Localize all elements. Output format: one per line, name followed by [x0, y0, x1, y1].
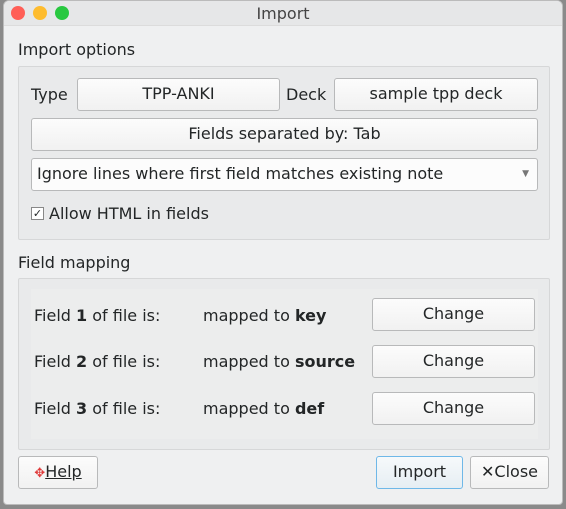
duplicate-mode-value: Ignore lines where first field matches e…	[37, 164, 444, 183]
help-icon: ✥	[34, 466, 46, 481]
field-separator-button[interactable]: Fields separated by: Tab	[31, 118, 538, 151]
mapped-target: key	[294, 306, 327, 325]
field-label: Field 2 of file is:	[34, 352, 160, 371]
mapped-label: mapped to source	[203, 352, 355, 371]
duplicate-mode-select[interactable]: Ignore lines where first field matches e…	[31, 158, 538, 191]
deck-label: Deck	[286, 85, 327, 104]
close-label: Close	[494, 462, 538, 481]
dropdown-arrow-icon: ▼	[522, 169, 529, 179]
mapped-prefix: mapped to	[203, 352, 295, 371]
type-button[interactable]: TPP-ANKI	[77, 78, 280, 111]
help-label: Help	[45, 462, 82, 481]
window-title: Import	[256, 4, 310, 23]
change-button[interactable]: Change	[372, 298, 535, 331]
field-mapping-heading: Field mapping	[18, 253, 131, 272]
mapped-target: def	[294, 399, 325, 418]
close-button[interactable]: ✕Close	[470, 456, 549, 489]
allow-html-label: Allow HTML in fields	[49, 204, 209, 223]
import-options-heading: Import options	[18, 40, 136, 59]
title-bar: Import	[4, 1, 562, 26]
field-prefix: Field	[34, 306, 77, 325]
mapped-prefix: mapped to	[203, 306, 295, 325]
field-suffix: of file is:	[87, 399, 161, 418]
type-label: Type	[31, 85, 68, 104]
import-dialog: Import Import options Type TPP-ANKI Deck…	[3, 0, 563, 505]
import-button[interactable]: Import	[376, 456, 463, 489]
change-button[interactable]: Change	[372, 345, 535, 378]
field-number: 3	[76, 399, 88, 418]
deck-button[interactable]: sample tpp deck	[334, 78, 538, 111]
mapped-prefix: mapped to	[203, 399, 295, 418]
field-label: Field 3 of file is:	[34, 399, 160, 418]
mapped-label: mapped to def	[203, 399, 324, 418]
field-prefix: Field	[34, 399, 77, 418]
field-prefix: Field	[34, 352, 77, 371]
field-number: 1	[76, 306, 88, 325]
allow-html-checkbox[interactable]: ✓ Allow HTML in fields	[31, 204, 209, 223]
field-suffix: of file is:	[87, 352, 161, 371]
field-suffix: of file is:	[87, 306, 161, 325]
field-label: Field 1 of file is:	[34, 306, 160, 325]
mapped-label: mapped to key	[203, 306, 326, 325]
mapped-target: source	[294, 352, 356, 371]
help-button[interactable]: ✥Help	[18, 456, 98, 489]
close-x-icon: ✕	[481, 462, 495, 481]
checkbox-checked-icon[interactable]: ✓	[31, 207, 44, 220]
change-button[interactable]: Change	[372, 392, 535, 425]
field-number: 2	[76, 352, 88, 371]
